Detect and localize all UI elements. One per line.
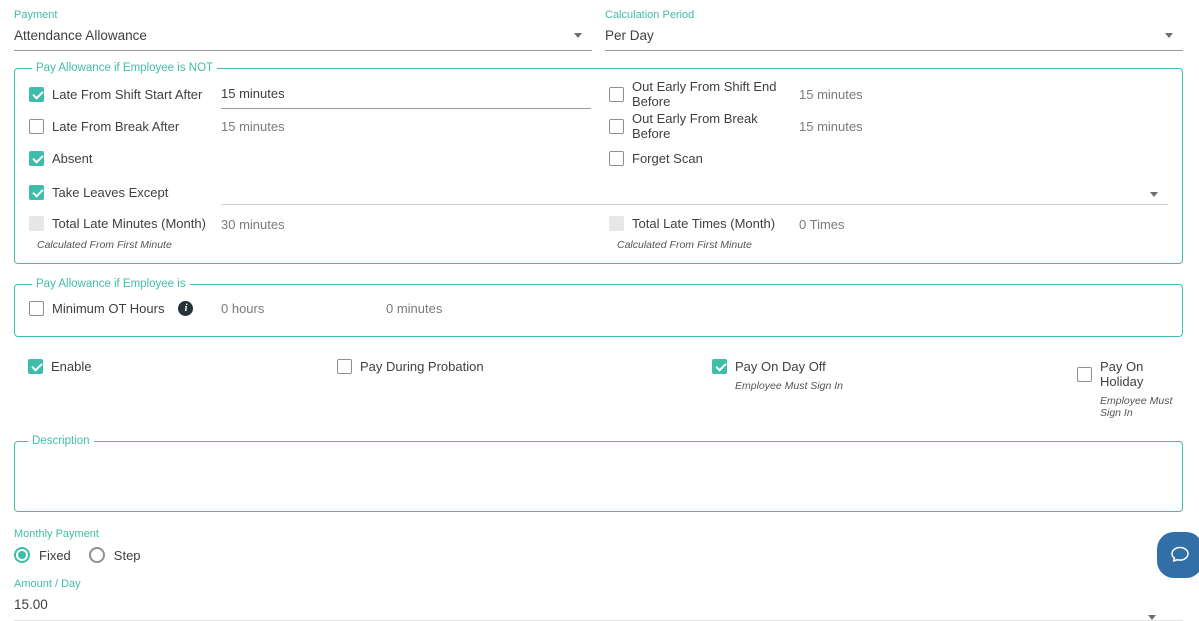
- total-late-times-value: 0 Times: [799, 217, 845, 232]
- checkbox-label: Absent: [52, 150, 93, 166]
- payment-field: Payment Attendance Allowance: [14, 9, 592, 51]
- checkbox-label: Pay On Day Off: [735, 359, 826, 374]
- checkbox-late-from-shift-start-after[interactable]: [29, 86, 44, 102]
- total-late-minutes-value: 30 minutes: [221, 217, 285, 232]
- checkbox-label: Pay During Probation: [360, 359, 484, 374]
- checkbox-label: Enable: [51, 359, 92, 374]
- checkbox-total-late-times: [609, 216, 624, 231]
- radio-step[interactable]: [88, 547, 105, 563]
- info-icon[interactable]: i: [178, 300, 194, 316]
- radio-label: Step: [113, 547, 141, 563]
- description-section: Description: [14, 435, 1183, 512]
- out-early-break-minutes-value: 15 minutes: [799, 118, 863, 134]
- row-totals: Total Late Minutes (Month) Calculated Fr…: [29, 216, 1168, 253]
- out-early-shift-minutes-value: 15 minutes: [799, 86, 863, 102]
- amount-per-day-field: Amount / Day 15.00: [14, 578, 1183, 621]
- checkbox-pay-on-day-off[interactable]: [712, 359, 727, 374]
- monthly-payment-radio-group: Fixed Step: [14, 547, 1183, 563]
- checkbox-enable[interactable]: [28, 359, 43, 374]
- checkbox-forget-scan[interactable]: [609, 150, 624, 166]
- checkbox-pay-on-holiday[interactable]: [1077, 366, 1092, 382]
- checkbox-absent[interactable]: [29, 150, 44, 166]
- checkbox-total-late-minutes: [29, 216, 44, 231]
- late-shift-minutes-input[interactable]: 15 minutes: [221, 86, 591, 109]
- calculation-period-select-value: Per Day: [605, 28, 654, 43]
- is-section-legend: Pay Allowance if Employee is: [36, 278, 186, 290]
- chat-launcher-button[interactable]: [1157, 532, 1199, 578]
- checkbox-label: Forget Scan: [632, 150, 703, 166]
- total-late-minutes-note: Calculated From First Minute: [37, 239, 172, 251]
- late-break-minutes-value: 15 minutes: [221, 118, 285, 134]
- min-ot-minutes-value: 0 minutes: [386, 300, 443, 316]
- checkbox-label: Minimum OT Hours: [52, 300, 165, 316]
- row-minimum-ot: Minimum OT Hours i 0 hours 0 minutes: [29, 292, 1168, 324]
- total-late-times-note: Calculated From First Minute: [617, 239, 752, 251]
- calculation-period-field: Calculation Period Per Day: [605, 9, 1183, 51]
- options-row: Enable Pay During Probation Pay On Day O…: [0, 359, 1199, 421]
- radio-option-fixed[interactable]: Fixed: [14, 547, 71, 563]
- monthly-payment-label: Monthly Payment: [14, 528, 99, 540]
- row-late-shift: Late From Shift Start After 15 minutes O…: [29, 78, 1168, 110]
- option-enable: Enable: [28, 359, 337, 421]
- calculation-period-label: Calculation Period: [605, 9, 695, 21]
- radio-label: Fixed: [39, 547, 71, 563]
- payment-select[interactable]: Attendance Allowance: [14, 28, 592, 51]
- checkbox-label: Late From Break After: [52, 118, 180, 134]
- is-section: Pay Allowance if Employee is Minimum OT …: [14, 278, 1183, 337]
- row-late-break: Late From Break After 15 minutes Out Ear…: [29, 110, 1168, 142]
- payment-select-value: Attendance Allowance: [14, 28, 147, 43]
- allowance-form: Payment Attendance Allowance Calculation…: [0, 0, 1199, 621]
- monthly-payment-block: Monthly Payment Fixed Step: [14, 528, 1183, 563]
- amount-per-day-select[interactable]: 15.00: [14, 597, 1183, 621]
- payment-label: Payment: [14, 9, 58, 21]
- radio-option-step[interactable]: Step: [88, 547, 141, 563]
- checkbox-out-early-break-before[interactable]: [609, 118, 624, 134]
- checkbox-late-from-break-after[interactable]: [29, 118, 44, 134]
- chevron-down-icon: [1165, 33, 1173, 38]
- description-legend: Description: [32, 435, 90, 447]
- radio-fixed[interactable]: [14, 547, 30, 563]
- chevron-down-icon: [1148, 615, 1156, 620]
- checkbox-label: Take Leaves Except: [52, 184, 169, 200]
- chat-bubble-icon: [1171, 546, 1189, 562]
- row-absent-forget-scan: Absent Forget Scan: [29, 142, 1168, 174]
- not-section: Pay Allowance if Employee is NOT Late Fr…: [14, 62, 1183, 264]
- calculation-period-select[interactable]: Per Day: [605, 28, 1183, 51]
- min-ot-hours-value: 0 hours: [221, 300, 265, 316]
- checkbox-label: Pay On Holiday: [1100, 359, 1144, 389]
- pay-on-day-off-note: Employee Must Sign In: [735, 380, 843, 392]
- top-selects-row: Payment Attendance Allowance Calculation…: [14, 9, 1183, 51]
- option-pay-during-probation: Pay During Probation: [337, 359, 712, 421]
- checkbox-pay-during-probation[interactable]: [337, 359, 352, 374]
- checkbox-label: Total Late Minutes (Month): [52, 216, 206, 231]
- row-take-leaves: Take Leaves Except: [29, 174, 1168, 210]
- checkbox-label: Out Early From Shift End Before: [632, 79, 777, 109]
- checkbox-label: Late From Shift Start After: [52, 86, 203, 102]
- not-section-legend: Pay Allowance if Employee is NOT: [36, 62, 214, 74]
- option-pay-on-day-off: Pay On Day Off Employee Must Sign In: [712, 359, 1077, 421]
- description-textarea[interactable]: [25, 449, 1172, 505]
- checkbox-label: Out Early From Break Before: [632, 111, 758, 141]
- checkbox-minimum-ot-hours[interactable]: [29, 300, 44, 316]
- checkbox-take-leaves-except[interactable]: [29, 184, 44, 200]
- chevron-down-icon: [1150, 192, 1158, 197]
- chevron-down-icon: [574, 33, 582, 38]
- take-leaves-except-select[interactable]: [221, 179, 1168, 205]
- option-pay-on-holiday: Pay On Holiday Employee Must Sign In: [1077, 359, 1183, 421]
- checkbox-label: Total Late Times (Month): [632, 216, 776, 231]
- pay-on-holiday-note: Employee Must Sign In: [1100, 395, 1173, 419]
- amount-per-day-label: Amount / Day: [14, 578, 81, 590]
- checkbox-out-early-shift-end-before[interactable]: [609, 86, 624, 102]
